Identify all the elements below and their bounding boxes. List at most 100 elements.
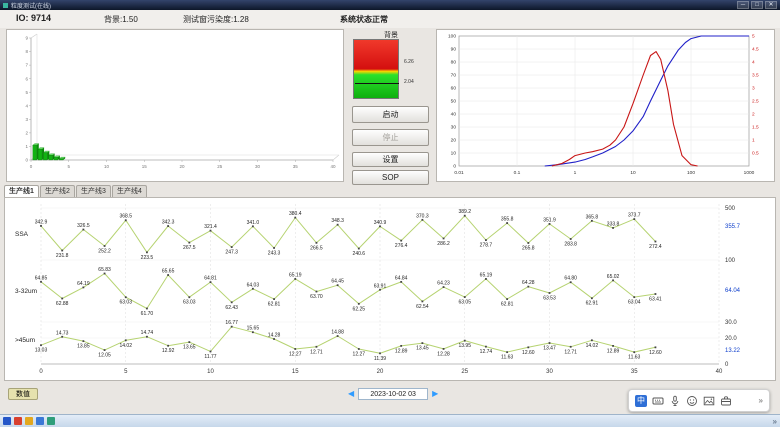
meter-threshold-line — [355, 83, 399, 84]
trend-point-label: 63.70 — [310, 294, 323, 300]
trend-point-label: 12.05 — [98, 353, 111, 359]
trend-point-label: 65.19 — [289, 272, 302, 278]
trend-point-label: 14.02 — [586, 343, 599, 349]
keyboard-icon[interactable] — [652, 395, 664, 407]
svg-text:20: 20 — [377, 369, 384, 375]
background-histogram-panel: 01234567890510152025303540 — [6, 29, 344, 182]
trend-point-label: 355.8 — [501, 217, 514, 223]
svg-text:30: 30 — [451, 125, 457, 131]
trend-point-label: 286.2 — [437, 241, 450, 247]
svg-text:0: 0 — [453, 164, 456, 170]
taskbar-app-icon-4[interactable] — [36, 417, 44, 425]
mic-icon[interactable] — [669, 395, 681, 407]
ime-expand-icon[interactable]: » — [759, 396, 763, 405]
tab-production-line-3[interactable]: 生产线3 — [76, 185, 111, 197]
tab-production-line-1[interactable]: 生产线1 — [4, 185, 39, 197]
svg-text:90: 90 — [451, 47, 457, 53]
start-button[interactable]: 启动 — [352, 106, 429, 123]
trend-series-SSA: 342.9231.8326.5252.2368.5223.5342.3267.5… — [35, 209, 662, 261]
trend-point-label: 247.3 — [225, 250, 238, 256]
next-date-icon[interactable]: ▶ — [432, 387, 438, 400]
trend-point-label: 11.63 — [628, 355, 640, 361]
svg-text:4: 4 — [752, 60, 755, 66]
trend-point-label: 64.28 — [522, 280, 535, 286]
svg-text:10: 10 — [451, 151, 457, 157]
trend-point-label: 62.43 — [225, 305, 238, 311]
trend-point-label: 267.5 — [183, 245, 196, 251]
trend-point-label: 380.4 — [289, 211, 302, 217]
trend-point-label: 11.77 — [204, 354, 216, 360]
trend-point-label: 278.7 — [480, 243, 493, 249]
trend-point-label: 65.19 — [480, 272, 493, 278]
minimize-button[interactable]: ─ — [737, 1, 749, 9]
taskbar-app-icon-1[interactable] — [3, 417, 11, 425]
tab-production-line-2[interactable]: 生产线2 — [40, 185, 75, 197]
trend-point-label: 62.81 — [268, 302, 281, 308]
stop-button[interactable]: 停止 — [352, 129, 429, 146]
trend-point-label: 12.60 — [649, 350, 662, 356]
trend-point-label: 12.71 — [310, 349, 323, 355]
trend-point-label: 65.65 — [162, 269, 175, 275]
trend-point-label: 64.81 — [204, 276, 217, 282]
trend-axis-label: 20.0 — [725, 336, 737, 342]
svg-text:80: 80 — [451, 60, 457, 66]
settings-button[interactable]: 设置 — [352, 152, 429, 167]
svg-text:5: 5 — [67, 164, 70, 169]
prev-date-icon[interactable]: ◀ — [348, 387, 354, 400]
system-status-text: 系统状态正常 — [340, 14, 388, 25]
trend-axis-label: 30.0 — [725, 320, 737, 326]
svg-text:70: 70 — [451, 73, 457, 79]
tab-production-line-4[interactable]: 生产线4 — [112, 185, 147, 197]
svg-text:25: 25 — [461, 369, 468, 375]
svg-text:30: 30 — [546, 369, 553, 375]
svg-text:100: 100 — [687, 170, 695, 176]
svg-text:10: 10 — [630, 170, 636, 176]
svg-text:8: 8 — [25, 49, 28, 54]
trend-point-label: 12.60 — [522, 350, 535, 356]
meter-tick-upper: 6.26 — [404, 59, 414, 65]
trend-point-label: 13.45 — [416, 346, 429, 352]
svg-text:60: 60 — [451, 86, 457, 92]
trend-point-label: 14.73 — [56, 330, 69, 336]
trend-point-label: 62.88 — [56, 301, 69, 307]
trend-point-label: 64.80 — [564, 276, 577, 282]
svg-text:1.5: 1.5 — [752, 125, 759, 131]
emoji-icon[interactable] — [686, 395, 698, 407]
trend-point-label: 62.81 — [501, 302, 514, 308]
trend-point-label: 12.28 — [437, 351, 450, 357]
taskbar-app-icon-5[interactable] — [47, 417, 55, 425]
ime-language-indicator[interactable]: 中 — [635, 395, 647, 407]
trend-point-label: 13.65 — [183, 345, 196, 351]
trend-point-label: 272.4 — [649, 244, 662, 250]
trend-point-label: 14.28 — [268, 333, 281, 339]
window-title: 粒度测试(在线) — [11, 1, 51, 10]
trend-point-label: 63.03 — [119, 300, 132, 306]
svg-text:1000: 1000 — [744, 170, 755, 176]
background-histogram-chart: 01234567890510152025303540 — [7, 30, 343, 181]
taskbar-overflow-icon[interactable]: » — [773, 417, 777, 426]
svg-text:40: 40 — [716, 369, 723, 375]
trend-point-label: 65.83 — [98, 267, 111, 273]
trend-point-label: 240.6 — [353, 251, 366, 257]
taskbar-app-icon-3[interactable] — [25, 417, 33, 425]
svg-text:3: 3 — [25, 117, 28, 122]
svg-text:4.5: 4.5 — [752, 47, 759, 53]
trend-point-label: 64.19 — [77, 281, 90, 287]
trend-point-label: 12.71 — [564, 349, 577, 355]
maximize-button[interactable]: □ — [751, 1, 763, 9]
trend-chart: 0510152025303540500355.710064.0430.020.0… — [5, 198, 775, 380]
control-panel: 背景 6.26 2.04 启动 停止 设置 SOP — [349, 29, 433, 182]
screenshot-icon[interactable] — [703, 395, 715, 407]
close-button[interactable]: ✕ — [765, 1, 777, 9]
toolbox-icon[interactable] — [720, 395, 732, 407]
svg-text:25: 25 — [217, 164, 223, 169]
date-display[interactable]: 2023-10-02 03 — [358, 388, 428, 400]
histogram-bars — [33, 143, 65, 160]
sop-button[interactable]: SOP — [352, 170, 429, 185]
svg-text:0: 0 — [30, 164, 33, 169]
numeric-view-button[interactable]: 数值 — [8, 388, 38, 400]
trend-point-label: 12.74 — [480, 349, 493, 355]
taskbar-app-icon-2[interactable] — [14, 417, 22, 425]
size-distribution-chart: 01020304050607080901000.010.111010010000… — [437, 30, 774, 181]
svg-text:5: 5 — [25, 90, 28, 95]
